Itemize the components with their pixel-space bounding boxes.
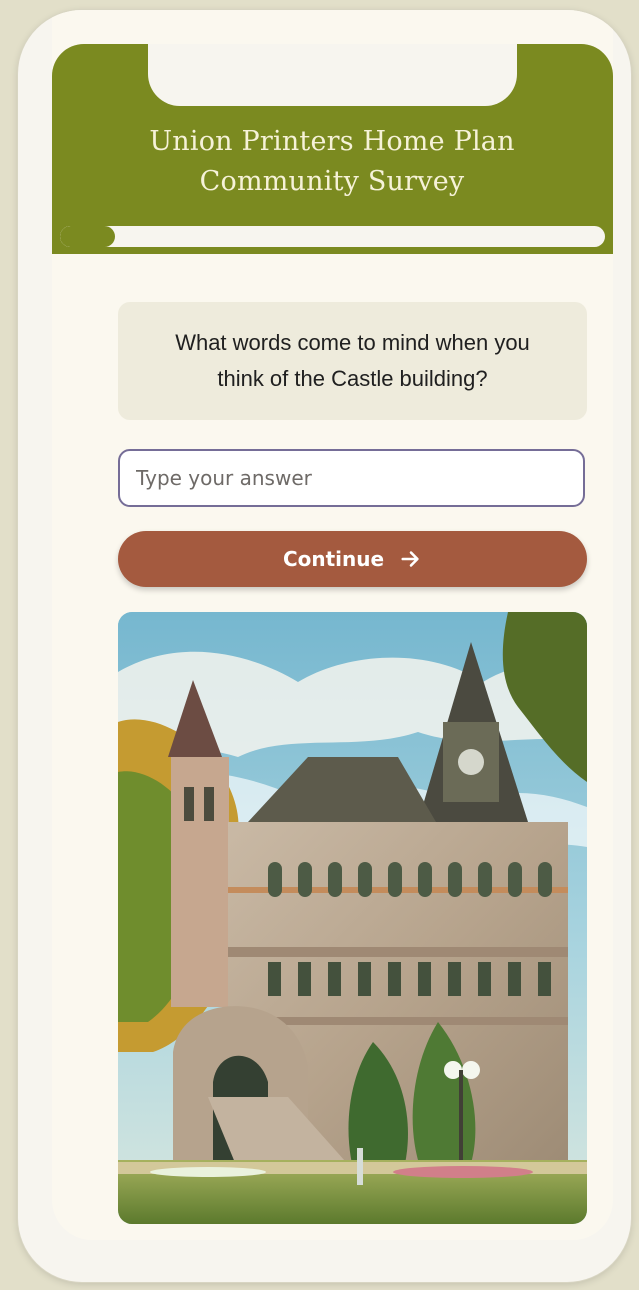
title-line-1: Union Printers Home Plan	[149, 126, 515, 157]
phone-notch	[148, 44, 517, 106]
question-text: What words come to mind when you think o…	[175, 330, 530, 391]
continue-button[interactable]: Continue	[118, 531, 587, 587]
continue-label: Continue	[282, 547, 385, 571]
survey-title: Union Printers Home Plan Community Surve…	[112, 122, 552, 202]
progress-fill	[60, 226, 115, 247]
arrow-right-icon	[401, 551, 419, 567]
question-card: What words come to mind when you think o…	[118, 302, 587, 420]
castle-building-image	[118, 612, 587, 1224]
phone-frame: Union Printers Home Plan Community Surve…	[18, 10, 631, 1282]
castle-building-illustration	[118, 612, 587, 1224]
progress-bar	[60, 226, 605, 247]
survey-header: Union Printers Home Plan Community Surve…	[52, 44, 613, 254]
answer-input[interactable]	[118, 449, 585, 507]
title-line-2: Community Survey	[199, 166, 465, 197]
survey-screen: Union Printers Home Plan Community Surve…	[52, 10, 613, 1240]
